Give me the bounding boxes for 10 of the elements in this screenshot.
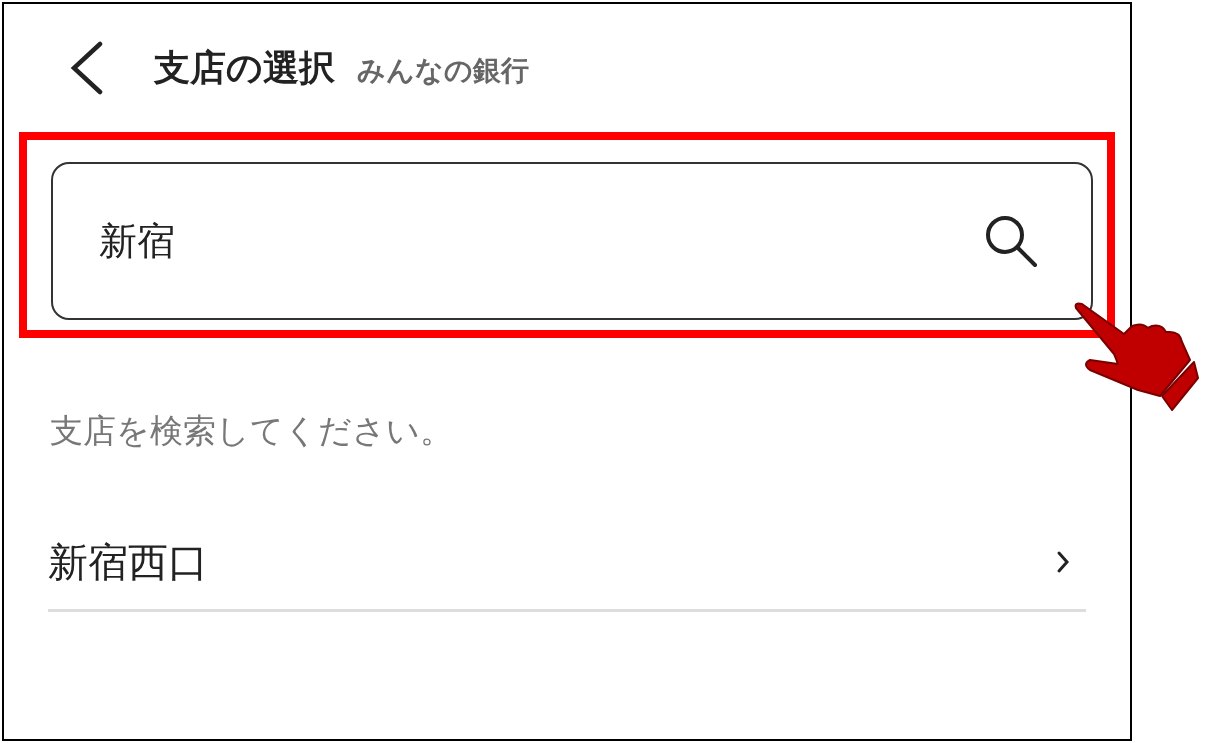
branch-name: 新宿西口 xyxy=(48,538,208,587)
chevron-right-icon xyxy=(1056,550,1070,574)
page-title: 支店の選択 xyxy=(154,46,335,90)
branch-list-item[interactable]: 新宿西口 xyxy=(48,521,1086,612)
search-icon[interactable] xyxy=(983,213,1039,269)
bank-name: みんなの銀行 xyxy=(357,53,529,89)
search-input[interactable]: 新宿 xyxy=(99,212,983,270)
hint-text: 支店を検索してください。 xyxy=(50,411,453,450)
search-field[interactable]: 新宿 xyxy=(51,162,1093,320)
back-icon xyxy=(68,41,104,95)
